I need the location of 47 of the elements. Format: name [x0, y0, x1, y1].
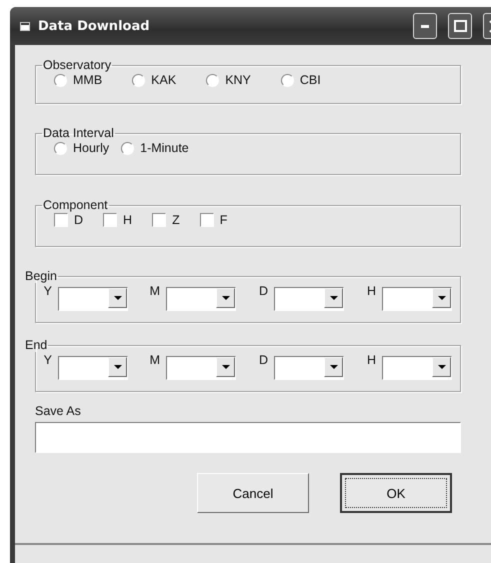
field-label: Y: [42, 353, 52, 367]
window-title: Data Download: [38, 18, 151, 34]
radio-button[interactable]: 1-Minute: [121, 141, 189, 155]
dropdown-arrow-icon: [438, 365, 446, 369]
window-icon: [20, 22, 30, 30]
dropdown-arrow-icon: [330, 296, 338, 300]
dropdown-field[interactable]: [58, 356, 128, 380]
dropdown-field[interactable]: [58, 287, 128, 311]
dropdown-field[interactable]: [274, 287, 344, 311]
checkbox[interactable]: H: [103, 213, 132, 227]
field-label: D: [258, 353, 268, 367]
dropdown-arrow-icon: [438, 296, 446, 300]
field-label: D: [258, 284, 268, 298]
radio-button[interactable]: KAK: [132, 73, 176, 87]
dialog-button[interactable]: Cancel: [197, 473, 309, 513]
dropdown-arrow-icon: [330, 365, 338, 369]
dropdown-arrow-icon: [114, 296, 122, 300]
group-label: Begin: [24, 269, 58, 283]
radio-button[interactable]: MMB: [54, 73, 102, 87]
dropdown-arrow-icon: [222, 365, 230, 369]
group-label: End: [24, 338, 48, 352]
maximize-button[interactable]: [448, 13, 472, 39]
dropdown-field[interactable]: [382, 287, 452, 311]
dropdown-field[interactable]: [166, 287, 236, 311]
field-label: H: [366, 353, 376, 367]
dropdown-arrow-icon: [114, 365, 122, 369]
minimize-button[interactable]: [413, 13, 437, 39]
group-label: Observatory: [42, 58, 112, 72]
dialog-button[interactable]: OK: [340, 473, 452, 513]
save-as-field[interactable]: [35, 422, 461, 453]
dropdown-field[interactable]: [382, 356, 452, 380]
radio-button[interactable]: CBI: [280, 73, 321, 87]
field-label: Y: [42, 284, 52, 298]
dropdown-field[interactable]: [166, 356, 236, 380]
save-as-label: Save As: [35, 404, 82, 418]
minimize-icon: [421, 24, 429, 28]
maximize-icon: [454, 20, 466, 32]
field-label: M: [148, 284, 160, 298]
dropdown-field[interactable]: [274, 356, 344, 380]
field-label: H: [366, 284, 376, 298]
group-label: Data Interval: [42, 126, 115, 140]
field-label: M: [148, 353, 160, 367]
group-label: Component: [42, 198, 109, 212]
checkbox[interactable]: D: [54, 213, 84, 227]
dropdown-arrow-icon: [222, 296, 230, 300]
radio-button[interactable]: KNY: [206, 73, 251, 87]
radio-button[interactable]: Hourly: [54, 141, 110, 155]
